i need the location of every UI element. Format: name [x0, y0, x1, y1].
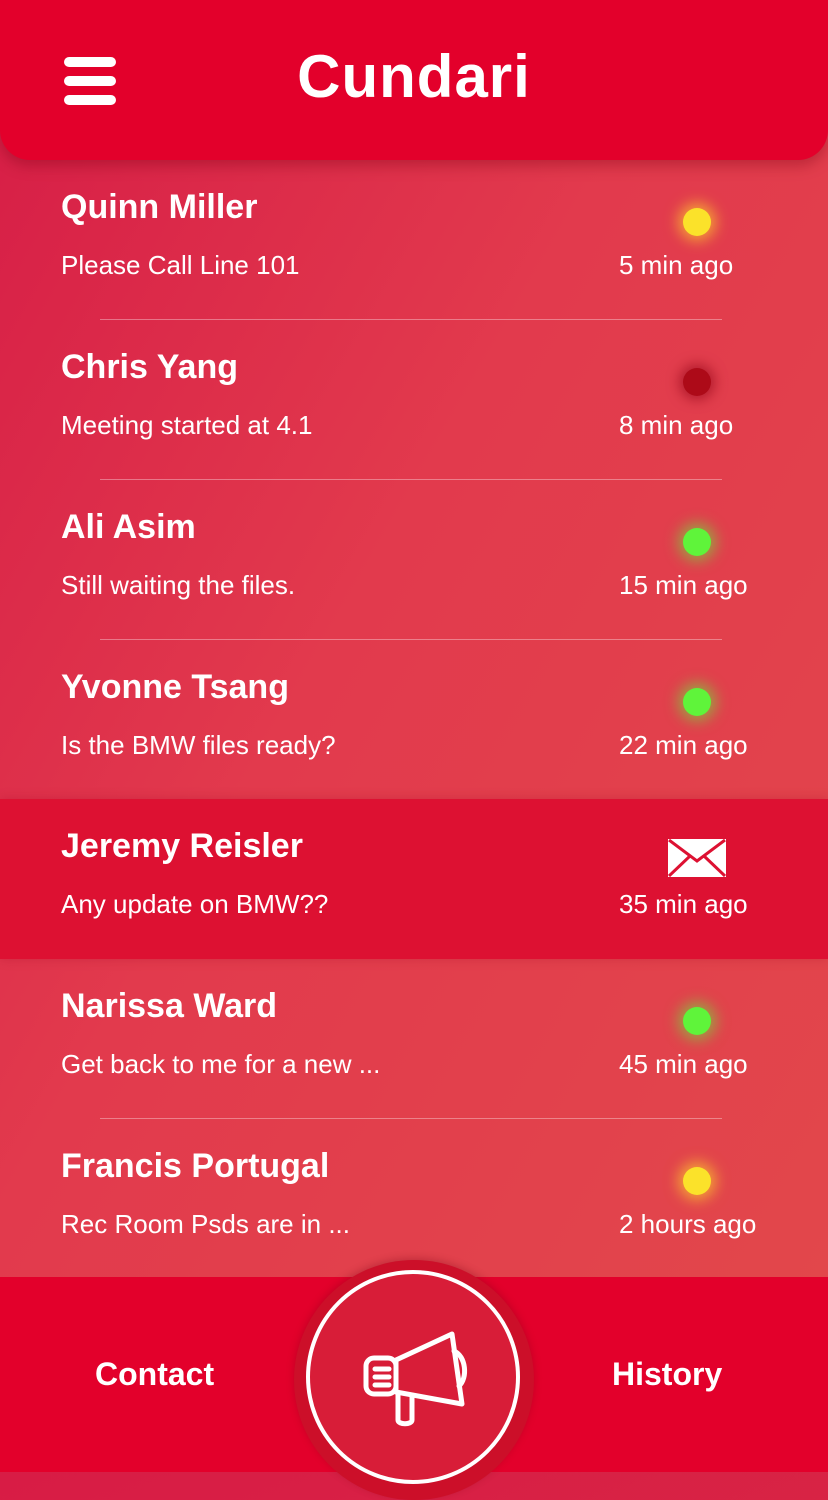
status-dot-icon [683, 368, 711, 396]
contact-name: Narissa Ward [61, 987, 278, 1025]
contact-list: Quinn Miller Please Call Line 101 5 min … [0, 0, 828, 1278]
contact-name: Francis Portugal [61, 1147, 330, 1185]
contact-time: 35 min ago [619, 889, 748, 919]
contact-row[interactable]: Jeremy Reisler Any update on BMW?? 35 mi… [0, 799, 828, 959]
contact-message: Please Call Line 101 [61, 250, 300, 280]
megaphone-icon [363, 1331, 468, 1427]
contact-message: Is the BMW files ready? [61, 730, 336, 760]
contact-time: 5 min ago [619, 250, 734, 280]
contact-row[interactable]: Ali Asim Still waiting the files. 15 min… [0, 480, 828, 640]
contact-row[interactable]: Yvonne Tsang Is the BMW files ready? 22 … [0, 640, 828, 800]
contact-name: Quinn Miller [61, 188, 258, 226]
contact-message: Still waiting the files. [61, 570, 296, 600]
contact-time: 15 min ago [619, 570, 748, 600]
history-tab[interactable]: History [612, 1356, 722, 1393]
app-title: Cundari [297, 43, 531, 110]
contact-time: 8 min ago [619, 410, 734, 440]
status-dot-icon [683, 1167, 711, 1195]
contact-message: Get back to me for a new ... [61, 1049, 381, 1079]
contact-name: Yvonne Tsang [61, 668, 289, 706]
contact-message: Rec Room Psds are in ... [61, 1209, 350, 1239]
contact-name: Chris Yang [61, 348, 238, 386]
bottom-nav: Contact History [0, 1260, 828, 1500]
contact-time: 45 min ago [619, 1049, 748, 1079]
contact-message: Meeting started at 4.1 [61, 410, 313, 440]
broadcast-button[interactable] [306, 1270, 520, 1484]
contact-row[interactable]: Narissa Ward Get back to me for a new ..… [0, 959, 828, 1119]
contact-name: Ali Asim [61, 508, 196, 546]
contact-tab[interactable]: Contact [95, 1356, 214, 1393]
status-dot-icon [683, 528, 711, 556]
contact-row[interactable]: Quinn Miller Please Call Line 101 5 min … [0, 160, 828, 320]
contact-row[interactable]: Francis Portugal Rec Room Psds are in ..… [0, 1119, 828, 1279]
status-dot-icon [683, 688, 711, 716]
envelope-icon [668, 839, 726, 877]
status-dot-icon [683, 208, 711, 236]
contact-row[interactable]: Chris Yang Meeting started at 4.1 8 min … [0, 320, 828, 480]
contact-name: Jeremy Reisler [61, 827, 303, 865]
contact-time: 2 hours ago [619, 1209, 757, 1239]
contact-message: Any update on BMW?? [61, 889, 329, 919]
app-header: Cundari [0, 0, 828, 160]
contact-time: 22 min ago [619, 730, 748, 760]
status-dot-icon [683, 1007, 711, 1035]
